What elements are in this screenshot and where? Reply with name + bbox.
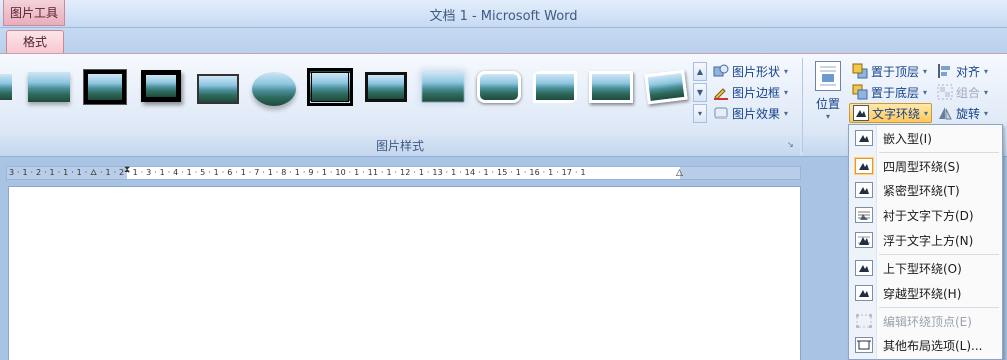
- picture-style-thumbnail[interactable]: [24, 66, 74, 116]
- text-wrapping-button[interactable]: 文字环绕 ▾: [849, 103, 933, 123]
- wrap-tight-item[interactable]: 紧密型环绕(T): [851, 179, 1001, 201]
- wrap-top-bottom-icon: [855, 260, 873, 276]
- right-indent-marker-icon[interactable]: △: [676, 168, 683, 178]
- wrap-in-front-icon: [855, 232, 873, 248]
- title-bar: 图片工具 文档 1 - Microsoft Word: [0, 0, 1007, 28]
- document-page[interactable]: [8, 186, 801, 360]
- picture-style-thumbnail[interactable]: [193, 66, 243, 116]
- wrap-top-bottom-item[interactable]: 上下型环绕(O): [851, 257, 1001, 279]
- picture-shape-icon: [713, 63, 729, 79]
- wrap-through-icon: [855, 285, 873, 301]
- picture-style-thumbnail[interactable]: [249, 66, 299, 116]
- wrap-square-icon: [855, 158, 873, 174]
- bring-to-front-icon: [852, 63, 868, 79]
- ribbon-tab-strip: 格式: [0, 28, 1007, 55]
- picture-style-thumbnail[interactable]: [418, 66, 468, 116]
- window-title: 文档 1 - Microsoft Word: [429, 9, 578, 24]
- picture-effects-icon: [713, 105, 729, 121]
- wrap-tight-icon: [855, 182, 873, 198]
- more-layout-options-item[interactable]: 其他布局选项(L)...: [851, 334, 1001, 356]
- picture-style-thumbnail[interactable]: [305, 66, 355, 116]
- text-wrapping-menu: 嵌入型(I) 四周型环绕(S) 紧密型环绕(T) 衬于文字下方(D) 浮于文字上…: [848, 124, 1003, 360]
- group-icon: [937, 84, 953, 100]
- align-button[interactable]: 对齐 ▾: [937, 61, 988, 81]
- wrap-square-item[interactable]: 四周型环绕(S): [851, 155, 1001, 177]
- position-icon: [815, 61, 841, 91]
- gallery-more-button[interactable]: ▾: [693, 104, 707, 123]
- picture-border-icon: [713, 84, 729, 100]
- picture-shape-button[interactable]: 图片形状 ▾: [713, 61, 788, 81]
- picture-style-thumbnail[interactable]: [586, 66, 636, 116]
- edit-wrap-points-item[interactable]: 编辑环绕顶点(E): [851, 310, 1001, 332]
- text-wrapping-icon: [853, 105, 869, 121]
- rotate-icon: [937, 105, 953, 121]
- picture-style-thumbnail[interactable]: [474, 66, 524, 116]
- wrap-in-front-item[interactable]: 浮于文字上方(N): [851, 229, 1001, 251]
- wrap-behind-text-item[interactable]: 衬于文字下方(D): [851, 204, 1001, 226]
- picture-style-thumbnail[interactable]: [80, 66, 130, 116]
- wrap-inline-icon: [855, 130, 873, 146]
- picture-styles-group-label: 图片样式: [0, 136, 800, 156]
- picture-style-thumbnail[interactable]: [361, 66, 411, 116]
- indent-marker-icon[interactable]: ⧗: [124, 165, 130, 175]
- wrap-through-item[interactable]: 穿越型环绕(H): [851, 282, 1001, 304]
- send-to-back-icon: [852, 84, 868, 100]
- more-layout-options-icon: [855, 337, 873, 353]
- group-button[interactable]: 组合 ▾: [937, 82, 988, 102]
- edit-wrap-points-icon: [855, 313, 873, 329]
- dialog-launcher-icon[interactable]: ↘: [787, 140, 794, 149]
- picture-border-button[interactable]: 图片边框 ▾: [713, 82, 788, 102]
- wrap-inline-item[interactable]: 嵌入型(I): [851, 127, 1001, 149]
- gallery-scroll: ▲ ▼ ▾: [693, 62, 707, 124]
- gallery-scroll-down-button[interactable]: ▼: [693, 83, 707, 102]
- bring-to-front-button[interactable]: 置于顶层 ▾: [852, 61, 927, 81]
- horizontal-ruler[interactable]: 3 · 1 · 2 · 1 · 1 · 1 · 🜂 · 1 · 2 · 1 · …: [6, 165, 801, 180]
- rotate-button[interactable]: 旋转 ▾: [937, 103, 988, 123]
- position-button[interactable]: 位置 ▾: [808, 58, 848, 134]
- ruler-labels: 3 · 1 · 2 · 1 · 1 · 1 · 🜂 · 1 · 2 · 1 · …: [9, 168, 586, 177]
- picture-style-thumbnail[interactable]: [137, 66, 187, 116]
- picture-style-thumbnail[interactable]: [530, 66, 580, 116]
- tab-format[interactable]: 格式: [6, 30, 64, 55]
- align-icon: [937, 63, 953, 79]
- wrap-behind-text-icon: [855, 207, 873, 223]
- gallery-scroll-up-button[interactable]: ▲: [693, 62, 707, 81]
- picture-style-thumbnail[interactable]: [642, 66, 692, 116]
- send-to-back-button[interactable]: 置于底层 ▾: [852, 82, 927, 102]
- picture-effects-button[interactable]: 图片效果 ▾: [713, 103, 788, 123]
